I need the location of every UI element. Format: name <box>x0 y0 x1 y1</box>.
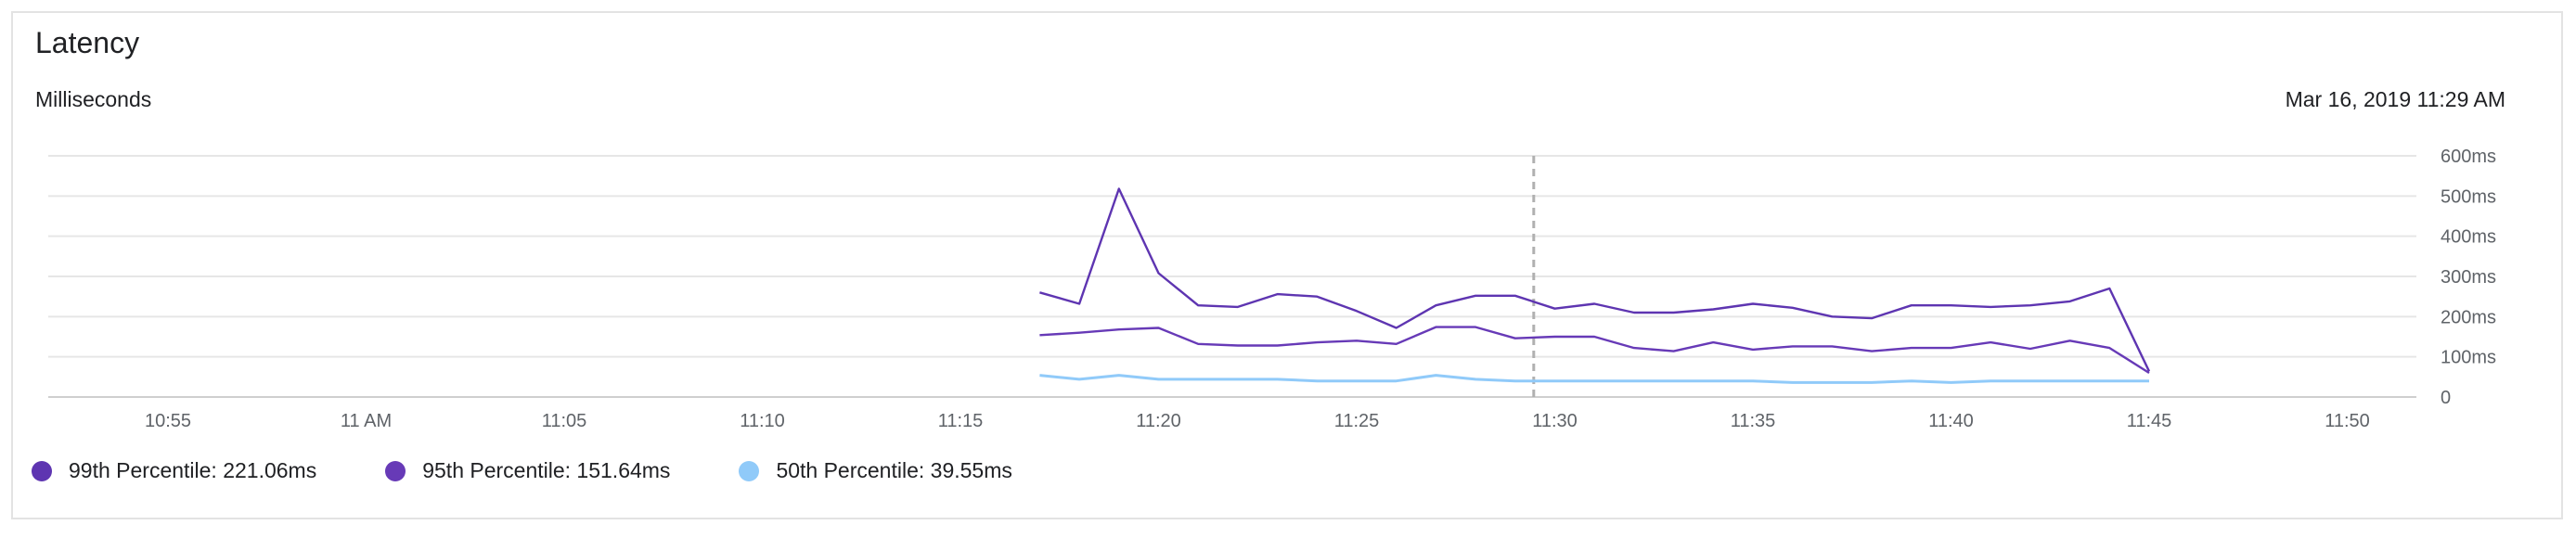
x-tick-label: 11:25 <box>1334 411 1380 431</box>
x-tick-label: 11:40 <box>1928 411 1974 431</box>
x-tick-label: 11:10 <box>740 411 785 431</box>
x-tick-label: 11:35 <box>1731 411 1776 431</box>
y-tick-label: 300ms <box>2441 267 2496 288</box>
y-tick-label: 100ms <box>2441 348 2496 368</box>
x-tick-label: 11:05 <box>542 411 587 431</box>
x-tick-label: 11:30 <box>1532 411 1578 431</box>
legend-label-p50: 50th Percentile: 39.55ms <box>776 458 1012 482</box>
legend: 99th Percentile: 221.06ms 95th Percentil… <box>32 458 1081 483</box>
legend-dot-p95-icon <box>385 460 406 481</box>
y-tick-label: 500ms <box>2441 186 2496 207</box>
legend-dot-p50-icon <box>739 460 760 481</box>
legend-label-p99: 99th Percentile: 221.06ms <box>69 458 317 482</box>
legend-label-p95: 95th Percentile: 151.64ms <box>422 458 671 482</box>
series-line-p95 <box>1039 326 2150 375</box>
legend-item-p99[interactable]: 99th Percentile: 221.06ms <box>32 458 316 483</box>
y-tick-label: 0 <box>2441 388 2451 408</box>
latency-chart[interactable]: 0 100ms 200ms 300ms 400ms 500ms 600ms 10:55 11 A… <box>0 0 2576 538</box>
legend-item-p50[interactable]: 50th Percentile: 39.55ms <box>739 458 1012 483</box>
legend-dot-p99-icon <box>32 460 52 481</box>
y-tick-label: 600ms <box>2441 147 2496 167</box>
y-tick-label: 200ms <box>2441 307 2496 327</box>
x-tick-label: 10:55 <box>145 411 191 431</box>
x-tick-label: 11 AM <box>341 411 392 431</box>
x-tick-label: 11:50 <box>2325 411 2370 431</box>
series-line-p50 <box>1039 374 2149 384</box>
x-tick-label: 11:20 <box>1136 411 1181 431</box>
x-tick-label: 11:15 <box>938 411 984 431</box>
legend-item-p95[interactable]: 95th Percentile: 151.64ms <box>385 458 670 483</box>
y-tick-label: 400ms <box>2441 227 2496 248</box>
x-tick-label: 11:45 <box>2127 411 2172 431</box>
